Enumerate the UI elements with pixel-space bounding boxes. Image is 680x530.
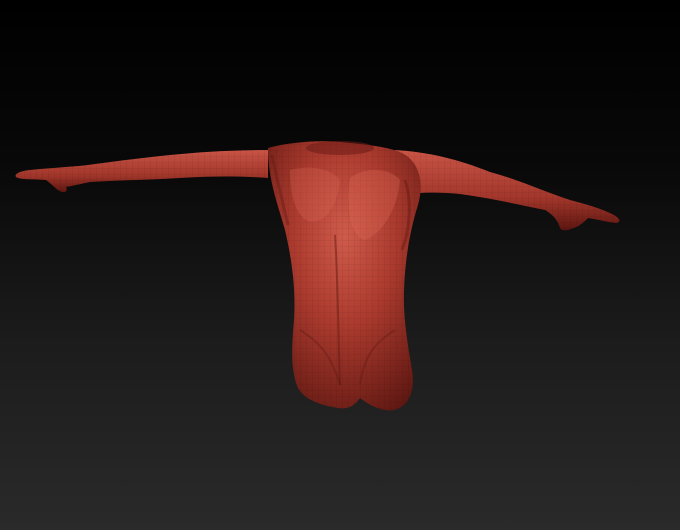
left-arm (15, 150, 269, 193)
right-arm-wireframe (395, 150, 620, 231)
torso (268, 141, 421, 411)
neck-stump (306, 141, 374, 155)
sculpt-model[interactable] (0, 0, 680, 530)
3d-viewport[interactable] (0, 0, 680, 530)
left-arm-wireframe (15, 150, 269, 193)
right-arm (395, 150, 620, 231)
